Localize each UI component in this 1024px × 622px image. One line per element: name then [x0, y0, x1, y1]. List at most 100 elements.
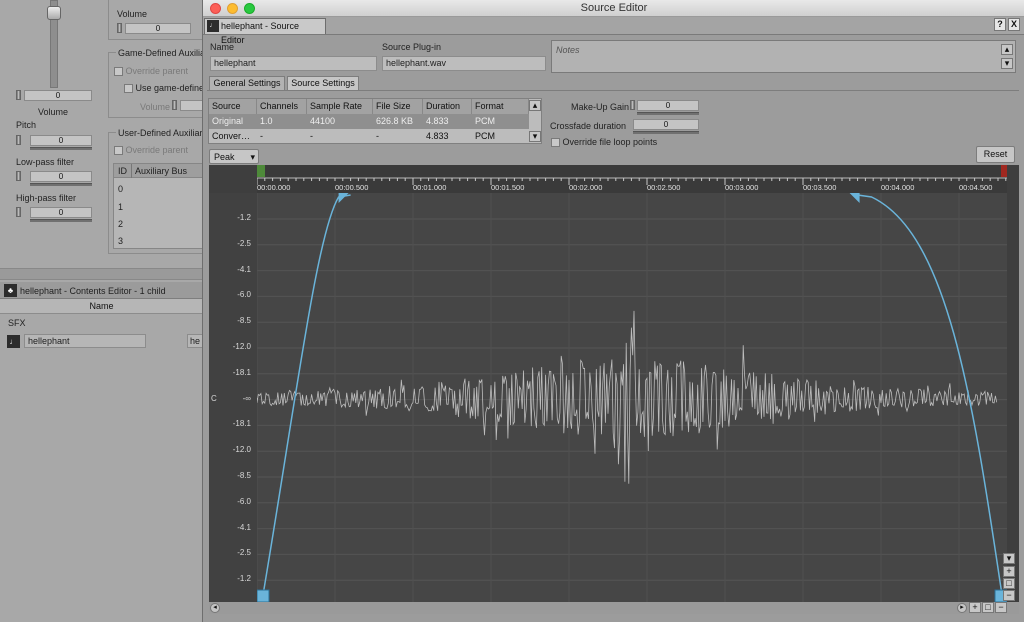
game-volume-field[interactable] — [180, 100, 203, 111]
volume-grip-icon[interactable] — [16, 90, 21, 100]
volume-top-value[interactable]: 0 — [125, 23, 191, 34]
lowpass-value[interactable]: 0 — [30, 171, 92, 182]
cell-file-size: - — [376, 131, 379, 141]
highpass-value[interactable]: 0 — [30, 207, 92, 218]
h-zoom-fit-icon[interactable]: □ — [982, 602, 994, 613]
db-tick-label: -8.5 — [237, 316, 251, 326]
reset-button[interactable]: Reset — [976, 146, 1015, 163]
cell-channels: 1.0 — [260, 116, 273, 126]
col-duration[interactable]: Duration — [423, 99, 472, 114]
tab-source-editor[interactable]: ♩ hellephant - Source Editor — [204, 18, 326, 45]
game-volume-grip-icon[interactable] — [172, 100, 177, 110]
col-channels[interactable]: Channels — [257, 99, 307, 114]
highpass-slider[interactable] — [30, 219, 92, 222]
contents-name-header[interactable]: Name — [0, 299, 203, 314]
pitch-slider[interactable] — [30, 147, 92, 150]
contents-item-hellephant[interactable]: hellephant — [24, 334, 146, 348]
loop-end-marker[interactable] — [1001, 165, 1007, 177]
contents-name-header-label: Name — [89, 301, 114, 311]
close-tab-button[interactable]: X — [1008, 18, 1020, 31]
name-label: Name — [210, 42, 235, 52]
lowpass-slider[interactable] — [30, 183, 92, 186]
fade-out-handle — [849, 193, 860, 203]
name-field[interactable]: hellephant — [210, 56, 377, 71]
aux-row-id[interactable]: 3 — [118, 236, 123, 246]
time-tick-label: 00:04.000 — [881, 183, 915, 192]
volume-label: Volume — [38, 107, 69, 117]
db-tick-label: -18.1 — [232, 419, 251, 429]
waveform-canvas — [256, 193, 1008, 603]
time-tick-label: 00:01.500 — [491, 183, 525, 192]
notes-placeholder: Notes — [556, 45, 580, 55]
aux-row-id[interactable]: 1 — [118, 202, 123, 212]
tab-general-settings[interactable]: General Settings — [209, 76, 285, 91]
zoom-in-icon[interactable]: + — [1003, 566, 1015, 577]
volume-top-grip-icon[interactable] — [117, 23, 122, 33]
notes-scroll-up-icon[interactable]: ▴ — [1001, 44, 1013, 55]
cell-file-size: 626.8 KB — [376, 116, 414, 126]
makeup-gain-slider[interactable] — [637, 112, 699, 115]
channel-label: C — [211, 394, 217, 403]
contents-item-side-field[interactable]: he — [187, 334, 203, 348]
aux-bus-table: ID Auxiliary Bus 0 1 2 3 — [113, 163, 204, 249]
pitch-value[interactable]: 0 — [30, 135, 92, 146]
makeup-gain-value[interactable]: 0 — [637, 100, 699, 111]
help-button[interactable]: ? — [994, 18, 1006, 31]
time-tick-label: 00:00.500 — [335, 183, 369, 192]
time-ruler[interactable]: 00:00.000 00:00.500 00:01.000 00:01.500 00:0… — [256, 165, 1007, 193]
cell-source: Original — [212, 116, 244, 126]
pitch-grip-icon[interactable] — [16, 135, 21, 145]
waveform-view[interactable]: 00:00.000 00:00.500 00:01.000 00:01.500 00:0… — [209, 165, 1019, 603]
game-aux-title: Game-Defined Auxilia — [116, 48, 208, 58]
cell-format: PCM — [475, 116, 495, 126]
notes-area[interactable]: Notes ▴ ▾ — [551, 40, 1016, 73]
db-tick-label: -8.5 — [237, 471, 251, 480]
col-source[interactable]: Source — [209, 99, 257, 114]
col-file-size[interactable]: File Size — [373, 99, 423, 114]
crossfade-slider[interactable] — [633, 131, 699, 134]
scroll-down-icon[interactable]: ▾ — [1003, 553, 1015, 564]
override-loop-checkbox[interactable]: Override file loop points — [551, 137, 657, 148]
zoom-fit-icon[interactable]: □ — [1003, 578, 1015, 589]
time-tick-label: 00:02.500 — [647, 183, 681, 192]
tab-source-settings[interactable]: Source Settings — [287, 76, 359, 91]
volume-group — [108, 0, 203, 40]
table-row[interactable]: Original 1.0 44100 626.8 KB 4.833 PCM — [209, 114, 529, 129]
db-tick-label: -6.0 — [237, 496, 251, 506]
plugin-field[interactable]: hellephant.wav — [382, 56, 546, 71]
waveform-path — [256, 310, 998, 484]
db-tick-label: -18.1 — [232, 367, 251, 377]
scroll-left-icon[interactable]: ◂ — [210, 603, 220, 613]
crossfade-value[interactable]: 0 — [633, 119, 699, 130]
volume-top-label: Volume — [117, 9, 148, 19]
db-tick-label: -6.0 — [237, 290, 251, 300]
user-override-checkbox[interactable]: Override parent — [114, 145, 188, 156]
volume-value[interactable]: 0 — [24, 90, 92, 101]
game-override-checkbox[interactable]: Override parent — [114, 66, 188, 77]
time-tick-label: 00:03.500 — [803, 183, 837, 192]
h-zoom-in-icon[interactable]: + — [969, 602, 981, 613]
highpass-grip-icon[interactable] — [16, 207, 21, 217]
scroll-right-icon[interactable]: ▸ — [957, 603, 967, 613]
view-mode-select[interactable]: Peak ▾ — [209, 149, 259, 164]
window-titlebar[interactable]: Source Editor — [203, 0, 1024, 17]
waveform-plot[interactable] — [256, 193, 1008, 603]
contents-editor-title: hellephant - Contents Editor - 1 child — [20, 286, 166, 296]
table-scroll-down-icon[interactable]: ▾ — [529, 131, 541, 142]
table-row[interactable]: Conver… - - - 4.833 PCM — [209, 129, 529, 144]
loop-start-marker[interactable] — [257, 165, 265, 177]
col-format[interactable]: Format — [472, 99, 529, 114]
table-scroll-up-icon[interactable]: ▴ — [529, 100, 541, 111]
lowpass-grip-icon[interactable] — [16, 171, 21, 181]
aux-row-id[interactable]: 2 — [118, 219, 123, 229]
makeup-gain-grip-icon[interactable] — [630, 100, 635, 110]
aux-row-id[interactable]: 0 — [118, 184, 123, 194]
volume-fader-knob[interactable] — [47, 6, 61, 20]
h-zoom-out-icon[interactable]: − — [995, 602, 1007, 613]
use-game-defined-checkbox[interactable]: Use game-define — [124, 83, 204, 94]
zoom-out-icon[interactable]: − — [1003, 590, 1015, 601]
horizontal-scrollbar[interactable]: ◂ ▸ + □ − — [209, 602, 1019, 614]
notes-scroll-down-icon[interactable]: ▾ — [1001, 58, 1013, 69]
editor-tabbar: ♩ hellephant - Source Editor ? X — [203, 17, 1024, 45]
col-sample-rate[interactable]: Sample Rate — [307, 99, 373, 114]
